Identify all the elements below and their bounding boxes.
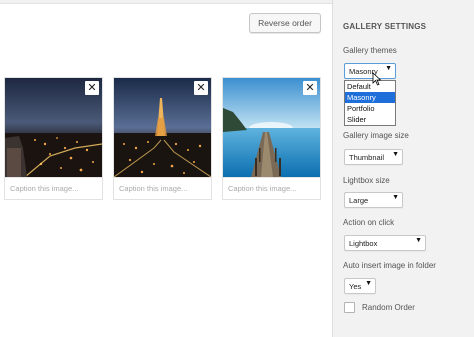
- settings-title: GALLERY SETTINGS: [343, 22, 427, 31]
- image-size-label: Gallery image size: [343, 131, 409, 140]
- chevron-down-icon: ▼: [365, 280, 372, 287]
- caption-input[interactable]: Caption this image...: [114, 177, 211, 199]
- mouse-cursor-icon: [372, 72, 382, 86]
- chevron-down-icon: ▼: [392, 194, 399, 201]
- chevron-down-icon: ▼: [392, 151, 399, 158]
- auto-insert-select[interactable]: Yes ▼: [344, 278, 376, 294]
- gallery-item[interactable]: ✕ Caption this image...: [222, 77, 321, 200]
- caption-input[interactable]: Caption this image...: [5, 177, 102, 199]
- lightbox-size-value: Large: [349, 196, 369, 205]
- themes-label: Gallery themes: [343, 46, 397, 55]
- themes-dropdown-list[interactable]: Default Masonry Portfolio Slider: [344, 80, 396, 126]
- image-size-value: Thumbnail: [349, 153, 385, 162]
- random-order-checkbox[interactable]: [344, 302, 355, 313]
- dropdown-option-portfolio[interactable]: Portfolio: [345, 103, 395, 114]
- image-size-select[interactable]: Thumbnail ▼: [344, 149, 403, 165]
- action-on-click-label: Action on click: [343, 218, 395, 227]
- gallery-item[interactable]: ✕ Caption this image...: [4, 77, 103, 200]
- lightbox-size-select[interactable]: Large ▼: [344, 192, 403, 208]
- remove-image-icon[interactable]: ✕: [303, 81, 317, 95]
- auto-insert-label: Auto insert image in folder: [343, 261, 436, 270]
- remove-image-icon[interactable]: ✕: [85, 81, 99, 95]
- auto-insert-value: Yes: [349, 282, 362, 291]
- dropdown-option-slider[interactable]: Slider: [345, 114, 395, 125]
- caption-input[interactable]: Caption this image...: [223, 177, 320, 199]
- action-on-click-select[interactable]: Lightbox ▼: [344, 235, 426, 251]
- lightbox-size-label: Lightbox size: [343, 176, 390, 185]
- dropdown-option-default[interactable]: Default: [345, 81, 395, 92]
- gallery-item[interactable]: ✕ Caption this image...: [113, 77, 212, 200]
- chevron-down-icon: ▼: [385, 65, 392, 72]
- action-on-click-value: Lightbox: [349, 239, 378, 248]
- remove-image-icon[interactable]: ✕: [194, 81, 208, 95]
- themes-select[interactable]: Masonry ▼: [344, 63, 396, 79]
- dropdown-option-masonry[interactable]: Masonry: [345, 92, 395, 103]
- chevron-down-icon: ▼: [415, 237, 422, 244]
- top-strip: [0, 0, 332, 4]
- random-order-label: Random Order: [362, 303, 415, 312]
- reverse-order-button[interactable]: Reverse order: [249, 13, 321, 33]
